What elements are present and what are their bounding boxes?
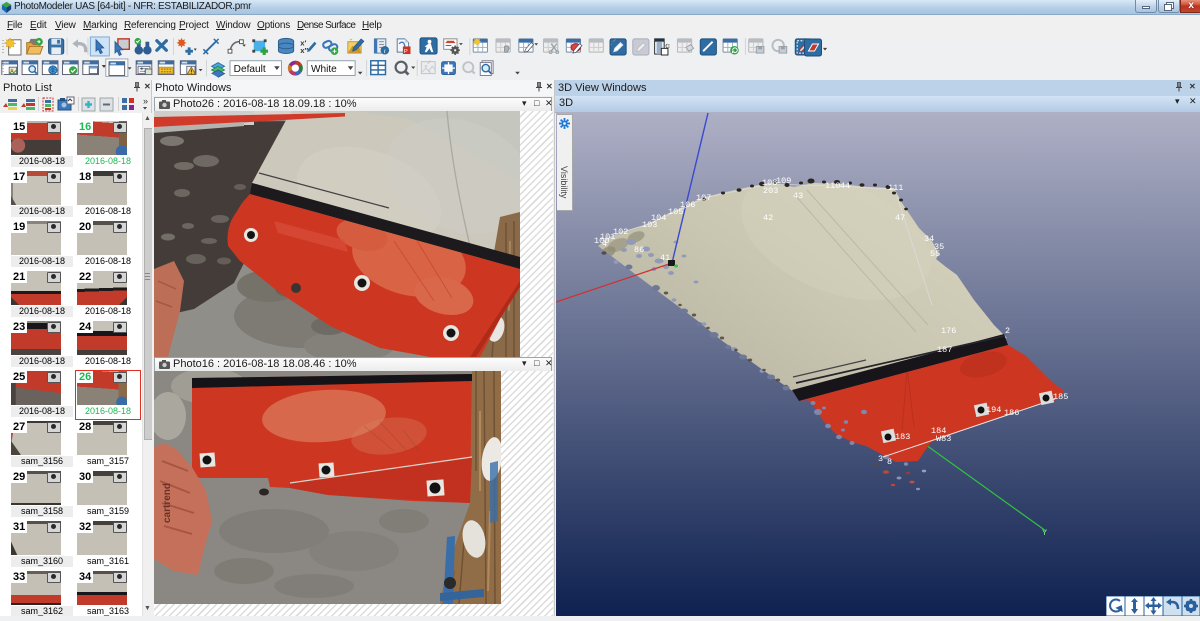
svg-text:186: 186	[1004, 408, 1019, 418]
svg-text:111: 111	[888, 183, 903, 193]
svg-text:102: 102	[613, 227, 628, 237]
svg-text:Default: Default	[234, 64, 266, 75]
svg-text:55: 55	[930, 249, 940, 259]
svg-text:4: 4	[602, 239, 607, 249]
svg-text:110: 110	[825, 181, 840, 191]
svg-text:2: 2	[1005, 326, 1010, 336]
svg-text:P: P	[404, 49, 408, 55]
svg-text:203: 203	[763, 186, 778, 196]
svg-text:194: 194	[986, 405, 1001, 415]
svg-text:34: 34	[924, 234, 934, 244]
svg-text:176: 176	[941, 326, 956, 336]
svg-text:47: 47	[895, 213, 905, 223]
svg-text:8: 8	[887, 457, 892, 467]
svg-text:109: 109	[776, 176, 791, 186]
svg-text:42: 42	[763, 213, 773, 223]
svg-text:!: !	[190, 70, 192, 76]
svg-text:x″: x″	[300, 46, 308, 55]
svg-text:183: 183	[895, 432, 910, 442]
svg-text:41: 41	[660, 253, 670, 263]
svg-text:cartrend: cartrend	[162, 483, 173, 523]
svg-text:185: 185	[1053, 392, 1068, 402]
svg-text:104: 104	[651, 213, 666, 223]
svg-text:»: »	[143, 96, 148, 106]
svg-text:White: White	[311, 64, 337, 75]
svg-text:3: 3	[878, 454, 883, 464]
svg-text:Y: Y	[1042, 528, 1047, 538]
svg-text:187: 187	[937, 345, 952, 355]
svg-text:i: i	[384, 48, 386, 55]
svg-text:W83: W83	[936, 434, 951, 444]
svg-text:44: 44	[840, 181, 850, 191]
svg-text:106: 106	[680, 200, 695, 210]
svg-text:43: 43	[793, 191, 803, 201]
svg-text:86: 86	[634, 245, 644, 255]
svg-text:107: 107	[696, 193, 711, 203]
